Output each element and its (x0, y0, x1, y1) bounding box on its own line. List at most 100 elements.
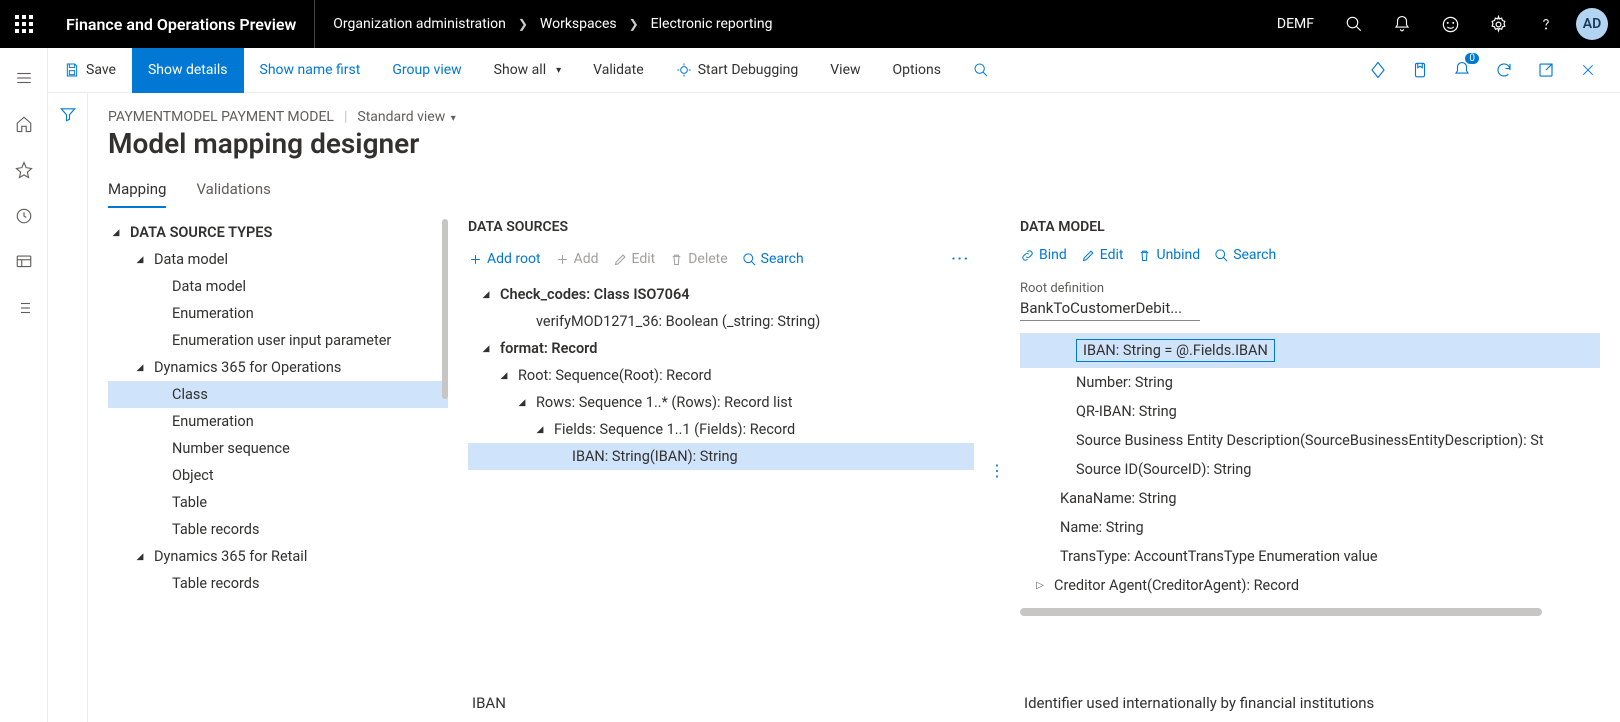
tree-item[interactable]: Source Business Entity Description(Sourc… (1020, 426, 1600, 455)
tree-item[interactable]: Rows: Sequence 1..* (Rows): Record list (468, 389, 974, 416)
refresh-icon[interactable] (1484, 50, 1524, 90)
app-launcher-button[interactable] (0, 0, 48, 48)
search-button[interactable]: Search (742, 251, 804, 267)
more-actions-icon[interactable]: ··· (947, 247, 974, 271)
tree-item[interactable]: KanaName: String (1020, 484, 1600, 513)
tree-item[interactable]: verifyMOD1271_36: Boolean (_string: Stri… (468, 308, 974, 335)
show-all-dropdown[interactable]: Show all▾ (478, 48, 577, 93)
tree-item[interactable]: Table records (108, 516, 448, 543)
tree-item[interactable]: Enumeration (108, 300, 448, 327)
workspaces-icon[interactable] (4, 242, 44, 282)
recent-clock-icon[interactable] (4, 196, 44, 236)
tree-item[interactable]: Data model (108, 246, 448, 273)
tree-item[interactable]: Enumeration (108, 408, 448, 435)
data-sources-tree: Check_codes: Class ISO7064 verifyMOD1271… (468, 281, 974, 470)
tree-item[interactable]: Table records (108, 570, 448, 597)
tree-item[interactable]: Fields: Sequence 1..1 (Fields): Record (468, 416, 974, 443)
tree-item[interactable]: Dynamics 365 for Retail (108, 543, 448, 570)
favorites-star-icon[interactable] (4, 150, 44, 190)
expander-icon[interactable] (478, 344, 494, 354)
options-menu[interactable]: Options (877, 48, 957, 93)
tree-item[interactable]: Source ID(SourceID): String (1020, 455, 1600, 484)
add-root-button[interactable]: Add root (468, 251, 541, 267)
expander-icon[interactable] (532, 425, 548, 435)
search-button[interactable]: Search (1214, 247, 1276, 263)
save-button[interactable]: Save (48, 48, 132, 93)
filter-icon[interactable] (59, 105, 77, 722)
delete-button[interactable]: Delete (669, 251, 727, 267)
close-icon[interactable] (1568, 50, 1608, 90)
expander-icon[interactable] (132, 363, 148, 373)
chevron-right-icon: ❯ (629, 17, 639, 31)
tree-heading[interactable]: DATA SOURCE TYPES (108, 219, 448, 246)
bell-icon[interactable] (1378, 0, 1426, 48)
unbind-button[interactable]: Unbind (1137, 247, 1200, 263)
tree-item[interactable]: Table (108, 489, 448, 516)
show-details-button[interactable]: Show details (132, 48, 244, 93)
tree-item[interactable]: Number sequence (108, 435, 448, 462)
start-debugging-button[interactable]: Start Debugging (660, 48, 815, 93)
tree-item[interactable]: format: Record (468, 335, 974, 362)
tree-item-iban-binding[interactable]: IBAN: String = @.Fields.IBAN (1020, 333, 1600, 368)
tree-item[interactable]: Number: String (1020, 368, 1600, 397)
tree-item[interactable]: Object (108, 462, 448, 489)
breadcrumb-item[interactable]: Organization administration (333, 16, 506, 32)
scrollbar-thumb[interactable] (442, 219, 448, 399)
home-icon[interactable] (4, 104, 44, 144)
group-view-button[interactable]: Group view (376, 48, 477, 93)
data-sources-heading: DATA SOURCES (468, 219, 974, 235)
view-name[interactable]: Standard view ▾ (357, 109, 455, 125)
tree-item[interactable]: Check_codes: Class ISO7064 (468, 281, 974, 308)
tree-item[interactable]: Root: Sequence(Root): Record (468, 362, 974, 389)
tree-item[interactable]: Enumeration user input parameter (108, 327, 448, 354)
search-icon[interactable] (1330, 0, 1378, 48)
environment-label[interactable]: DEMF (1261, 16, 1330, 32)
expander-icon[interactable] (1032, 580, 1048, 591)
expander-icon[interactable] (478, 290, 494, 300)
bind-button[interactable]: Bind (1020, 247, 1067, 263)
splitter-handle[interactable]: ⋮ (994, 219, 1000, 722)
expander-icon[interactable] (132, 552, 148, 562)
attach-icon[interactable] (1400, 50, 1440, 90)
notification-bell-icon[interactable]: 0 (1442, 50, 1482, 90)
edit-button[interactable]: Edit (613, 251, 656, 267)
popout-icon[interactable] (1526, 50, 1566, 90)
add-button[interactable]: Add (555, 251, 599, 267)
tree-item[interactable]: Data model (108, 273, 448, 300)
chevron-down-icon: ▾ (556, 65, 561, 76)
expander-icon[interactable] (514, 398, 530, 408)
validate-button[interactable]: Validate (577, 48, 660, 93)
search-action-icon[interactable] (957, 48, 1005, 93)
tree-item[interactable]: TransType: AccountTransType Enumeration … (1020, 542, 1600, 571)
tree-item[interactable]: Dynamics 365 for Operations (108, 354, 448, 381)
view-menu[interactable]: View (814, 48, 876, 93)
tree-item-class[interactable]: Class (108, 381, 448, 408)
tree-item[interactable]: QR-IBAN: String (1020, 397, 1600, 426)
show-name-first-button[interactable]: Show name first (244, 48, 377, 93)
breadcrumb-item[interactable]: Workspaces (540, 16, 617, 32)
horizontal-scrollbar[interactable] (1020, 608, 1542, 616)
data-sources-toolbar: Add root Add Edit Delete Search ··· (468, 243, 974, 275)
edit-button[interactable]: Edit (1081, 247, 1124, 263)
menu-toggle-icon[interactable] (4, 58, 44, 98)
gear-icon[interactable] (1474, 0, 1522, 48)
tab-validations[interactable]: Validations (196, 172, 270, 208)
crumb-path[interactable]: PAYMENTMODEL PAYMENT MODEL (108, 109, 334, 125)
tree-item[interactable]: Name: String (1020, 513, 1600, 542)
avatar[interactable]: AD (1576, 8, 1608, 40)
help-icon[interactable] (1522, 0, 1570, 48)
field-description: Identifier used internationally by finan… (1020, 684, 1600, 722)
feedback-icon[interactable] (1426, 0, 1474, 48)
diamond-icon[interactable] (1358, 50, 1398, 90)
tree-item[interactable]: Creditor Agent(CreditorAgent): Record (1020, 571, 1600, 600)
top-header: Finance and Operations Preview Organizat… (0, 0, 1620, 48)
tab-mapping[interactable]: Mapping (108, 172, 166, 208)
breadcrumb-item[interactable]: Electronic reporting (651, 16, 773, 32)
tree-item-iban[interactable]: IBAN: String(IBAN): String (468, 443, 974, 470)
expander-icon[interactable] (496, 371, 512, 381)
root-definition-label: Root definition (1020, 281, 1600, 296)
root-definition-value[interactable]: BankToCustomerDebit... (1020, 296, 1200, 321)
modules-list-icon[interactable] (4, 288, 44, 328)
expander-icon[interactable] (108, 228, 124, 238)
expander-icon[interactable] (132, 255, 148, 265)
